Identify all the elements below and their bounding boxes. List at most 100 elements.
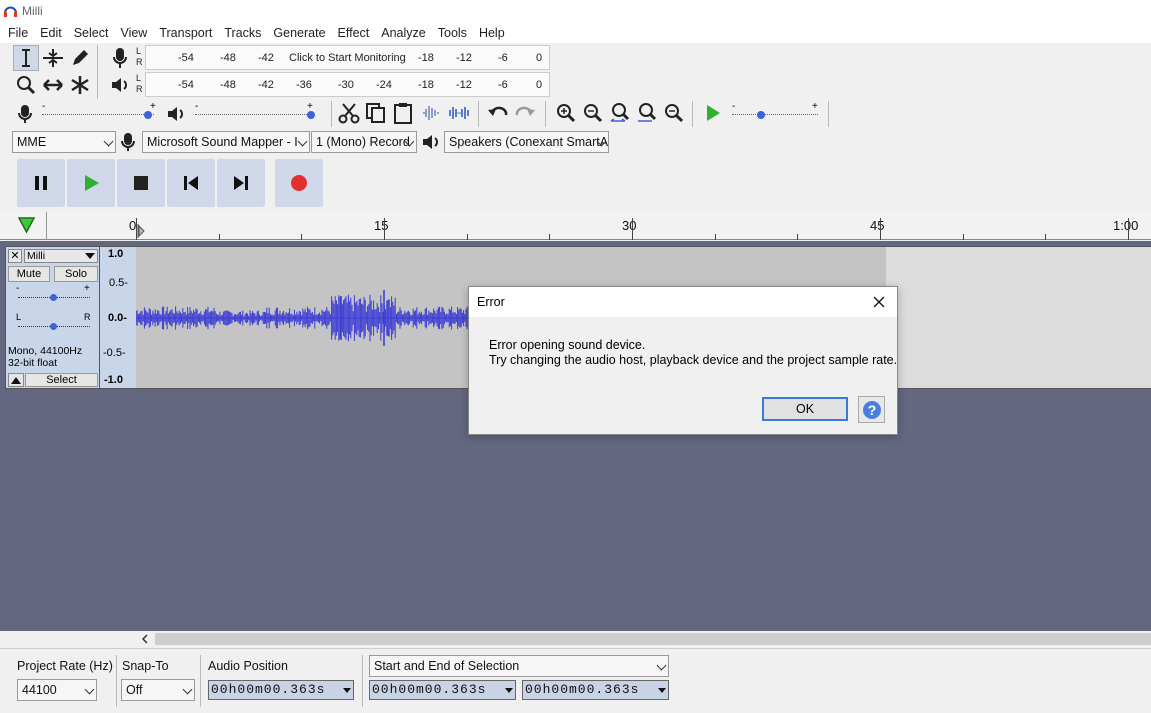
dialog-title: Error bbox=[477, 295, 505, 309]
scale-label: -1.0 bbox=[104, 374, 123, 386]
scroll-left-icon[interactable] bbox=[140, 633, 150, 648]
slider-thumb[interactable] bbox=[307, 111, 315, 119]
project-rate-select[interactable]: 44100 bbox=[17, 679, 97, 701]
pan-right-label: R bbox=[84, 312, 91, 322]
audio-position-label: Audio Position bbox=[208, 659, 288, 673]
scroll-thumb[interactable] bbox=[155, 633, 1151, 645]
dialog-close-button[interactable] bbox=[869, 292, 889, 312]
menu-bar: File Edit Select View Transport Tracks G… bbox=[0, 22, 1151, 43]
track-name-menu[interactable]: Milli bbox=[24, 249, 98, 263]
skip-to-end-button[interactable] bbox=[217, 159, 265, 207]
scissors-icon bbox=[338, 103, 360, 124]
meter-tick: -36 bbox=[296, 79, 312, 91]
slider-minus: - bbox=[195, 101, 199, 112]
record-meter[interactable]: -54 -48 -42 Click to Start Monitoring -1… bbox=[145, 45, 550, 70]
undo-button[interactable] bbox=[485, 100, 511, 126]
empty-track-area[interactable] bbox=[886, 246, 1151, 389]
monitor-label[interactable]: Click to Start Monitoring bbox=[289, 52, 406, 64]
zoom-toggle-button[interactable] bbox=[661, 100, 687, 126]
recording-device-select[interactable]: Microsoft Sound Mapper - I bbox=[142, 131, 310, 153]
horizontal-scrollbar[interactable] bbox=[0, 631, 1151, 647]
cut-button[interactable] bbox=[336, 100, 362, 126]
zoom-out-button[interactable] bbox=[580, 100, 606, 126]
record-meter-button[interactable] bbox=[107, 45, 133, 71]
fit-selection-button[interactable] bbox=[607, 100, 633, 126]
play-button[interactable] bbox=[67, 159, 115, 207]
record-volume-slider[interactable]: - + bbox=[40, 101, 160, 125]
slider-minus: - bbox=[16, 283, 20, 294]
menu-edit[interactable]: Edit bbox=[34, 26, 68, 40]
menu-tools[interactable]: Tools bbox=[432, 26, 473, 40]
project-rate-label: Project Rate (Hz) bbox=[17, 659, 113, 673]
slider-thumb[interactable] bbox=[144, 111, 152, 119]
collapse-track-button[interactable] bbox=[8, 373, 24, 387]
menu-transport[interactable]: Transport bbox=[153, 26, 218, 40]
timeline-ruler[interactable]: 0 15 30 45 1:00 bbox=[0, 212, 1151, 240]
help-button[interactable]: ? bbox=[858, 396, 885, 423]
envelope-tool-button[interactable] bbox=[40, 45, 66, 71]
silence-audio-icon bbox=[449, 107, 469, 119]
meter-tick: -54 bbox=[178, 79, 194, 91]
pan-slider[interactable]: L R bbox=[14, 312, 94, 331]
skip-to-start-button[interactable] bbox=[167, 159, 215, 207]
playback-meter-button[interactable] bbox=[107, 72, 133, 98]
meter-tick: -24 bbox=[376, 79, 392, 91]
pause-button[interactable] bbox=[17, 159, 65, 207]
error-message-line1: Error opening sound device. bbox=[489, 338, 646, 352]
clipboard-icon bbox=[394, 103, 412, 124]
time-shift-tool-button[interactable] bbox=[40, 72, 66, 98]
slider-thumb[interactable] bbox=[50, 294, 57, 301]
audio-host-select[interactable]: MME bbox=[12, 131, 116, 153]
audio-position-time[interactable]: 00h00m00.363s bbox=[208, 680, 354, 700]
paste-button[interactable] bbox=[390, 100, 416, 126]
play-speed-slider[interactable]: - + bbox=[730, 101, 822, 125]
zoom-tool-button[interactable] bbox=[13, 72, 39, 98]
meter-tick: 0 bbox=[536, 79, 543, 91]
vertical-scale[interactable]: 1.0 0.5- 0.0- -0.5- -1.0 bbox=[100, 246, 136, 389]
stop-button[interactable] bbox=[117, 159, 165, 207]
menu-generate[interactable]: Generate bbox=[267, 26, 331, 40]
play-at-speed-button[interactable] bbox=[700, 100, 726, 126]
menu-file[interactable]: File bbox=[2, 26, 34, 40]
fit-project-button[interactable] bbox=[634, 100, 660, 126]
playback-device-select[interactable]: Speakers (Conexant SmartA bbox=[444, 131, 609, 153]
record-button[interactable] bbox=[275, 159, 323, 207]
snap-to-select[interactable]: Off bbox=[121, 679, 195, 701]
recording-channels-select[interactable]: 1 (Mono) Record bbox=[311, 131, 417, 153]
redo-button[interactable] bbox=[512, 100, 538, 126]
draw-tool-button[interactable] bbox=[67, 45, 93, 71]
selection-end-time[interactable]: 00h00m00.363s bbox=[522, 680, 669, 700]
selection-start-time[interactable]: 00h00m00.363s bbox=[369, 680, 516, 700]
menu-tracks[interactable]: Tracks bbox=[218, 26, 267, 40]
close-track-button[interactable]: ✕ bbox=[8, 249, 22, 263]
meter-lr-label: LR bbox=[136, 46, 143, 67]
playback-meter[interactable]: -54 -48 -42 -36 -30 -24 -18 -12 -6 0 bbox=[145, 72, 550, 97]
ok-button[interactable]: OK bbox=[762, 397, 848, 421]
solo-button[interactable]: Solo bbox=[54, 266, 98, 282]
slider-thumb[interactable] bbox=[757, 111, 765, 119]
menu-select[interactable]: Select bbox=[68, 26, 115, 40]
selection-mode-select[interactable]: Start and End of Selection bbox=[369, 655, 669, 677]
menu-help[interactable]: Help bbox=[473, 26, 511, 40]
playback-volume-slider[interactable]: - + bbox=[193, 101, 318, 125]
track-info: Mono, 44100Hz 32-bit float bbox=[8, 345, 83, 369]
separator bbox=[478, 101, 479, 127]
gain-slider[interactable]: - + bbox=[14, 283, 94, 303]
zoom-in-button[interactable] bbox=[553, 100, 579, 126]
select-track-button[interactable]: Select bbox=[25, 373, 98, 387]
silence-button[interactable] bbox=[446, 100, 472, 126]
meter-tick: -12 bbox=[456, 52, 472, 64]
copy-button[interactable] bbox=[363, 100, 389, 126]
selection-tool-button[interactable] bbox=[13, 45, 39, 71]
record-icon bbox=[291, 175, 307, 191]
selection-marker-icon bbox=[137, 224, 145, 241]
mute-button[interactable]: Mute bbox=[8, 266, 50, 282]
multi-tool-button[interactable] bbox=[67, 72, 93, 98]
play-head-icon[interactable] bbox=[17, 216, 36, 237]
menu-analyze[interactable]: Analyze bbox=[375, 26, 431, 40]
menu-effect[interactable]: Effect bbox=[332, 26, 376, 40]
menu-view[interactable]: View bbox=[114, 26, 153, 40]
pause-icon bbox=[35, 176, 47, 190]
trim-button[interactable] bbox=[418, 100, 444, 126]
slider-thumb[interactable] bbox=[50, 323, 57, 330]
